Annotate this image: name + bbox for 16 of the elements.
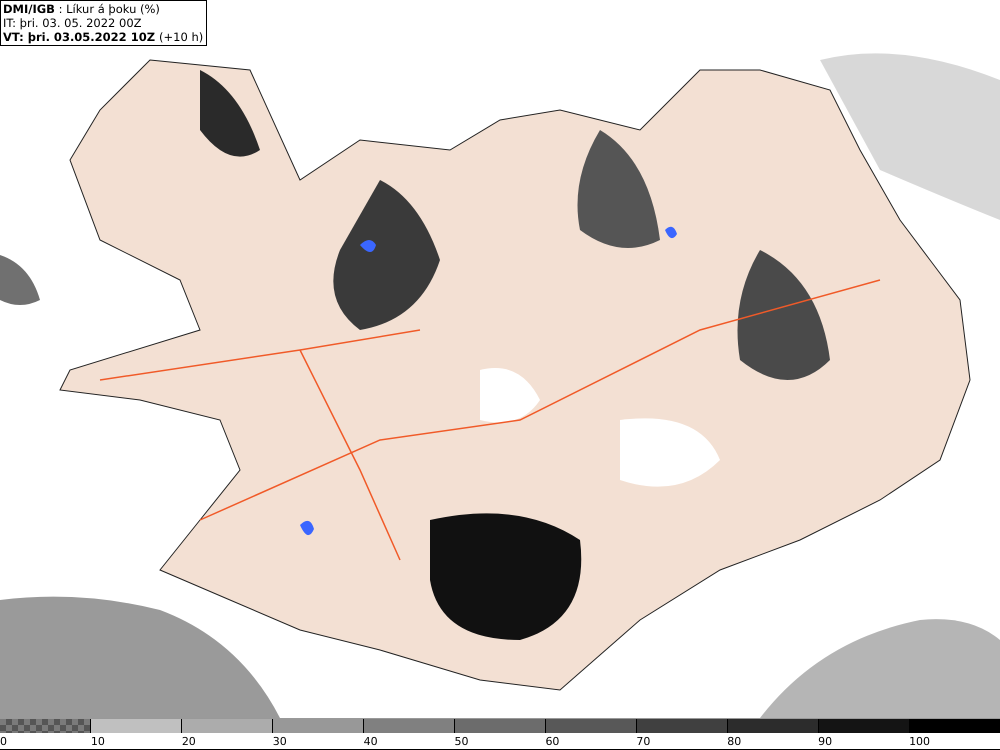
legend-tick-label: 40 [364,735,378,748]
legend-tick-label: 10 [90,735,105,748]
product-title: : Líkur á þoku (%) [58,2,160,16]
legend-tick-label: 50 [454,735,469,748]
issue-time: IT: þri. 03. 05. 2022 00Z [3,16,142,30]
legend-tick-label: 30 [272,735,287,748]
legend-tick-label: 0 [0,735,7,748]
valid-time: VT: þri. 03.05.2022 10Z [3,30,156,44]
legend-tick-label: 90 [818,735,832,748]
legend-tick-label: 70 [636,735,650,748]
legend-tick-label: 60 [545,735,560,748]
legend-tick-label: 80 [727,735,742,748]
forecast-lead: (+10 h) [159,30,204,44]
data-source: DMI/IGB [3,2,55,16]
legend-tick-label: 100 [909,735,930,748]
legend-tick-label: 20 [182,735,196,748]
